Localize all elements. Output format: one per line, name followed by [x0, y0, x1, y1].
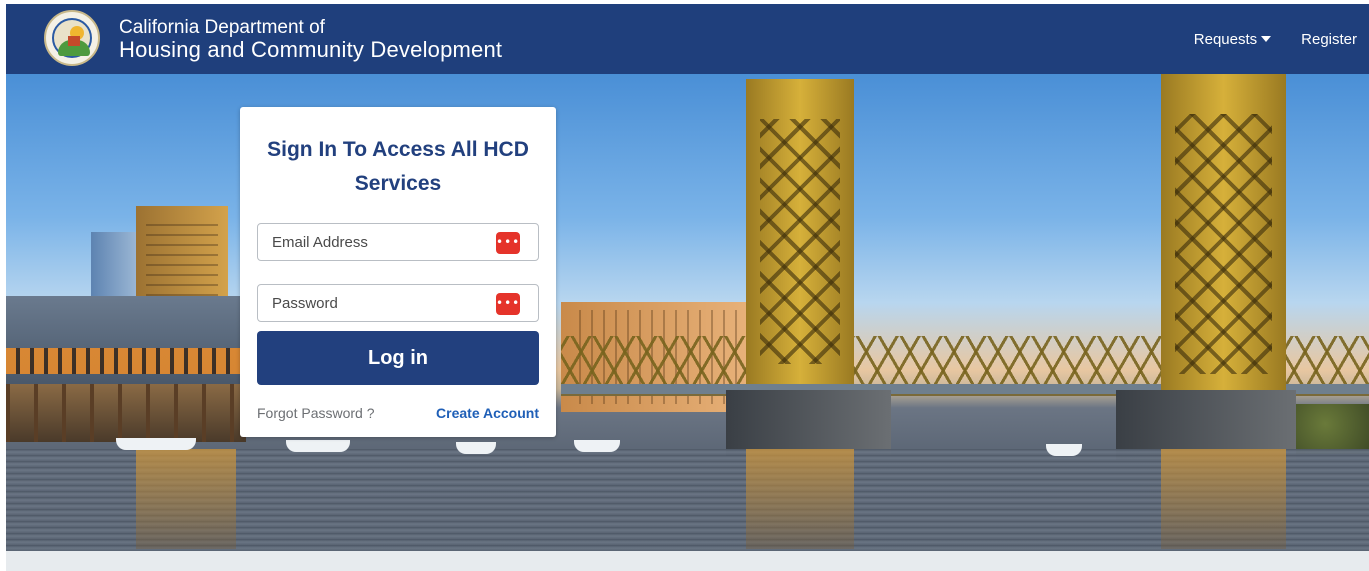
login-button[interactable]: Log in	[257, 331, 539, 385]
requests-menu-label: Requests	[1193, 30, 1258, 48]
bridge-tower-right	[1161, 74, 1286, 394]
boat	[116, 438, 196, 450]
bridge-tower-left	[746, 79, 854, 384]
password-field[interactable]: •••	[257, 284, 539, 322]
email-input[interactable]	[258, 225, 478, 259]
register-link-label: Register	[1301, 30, 1357, 48]
water-reflection	[746, 449, 854, 549]
water-reflection	[136, 449, 236, 549]
wooden-pier	[6, 384, 246, 442]
bottom-band	[6, 551, 1369, 571]
site-title[interactable]: California Department of Housing and Com…	[119, 17, 502, 61]
trees	[1296, 404, 1369, 454]
site-title-line1: California Department of	[119, 17, 325, 38]
password-input[interactable]	[258, 286, 478, 320]
page: California Department of Housing and Com…	[0, 0, 1369, 571]
logo-house	[68, 36, 80, 46]
boat	[574, 440, 620, 452]
create-account-link[interactable]: Create Account	[436, 405, 539, 421]
login-title: Sign In To Access All HCD Services	[267, 138, 529, 195]
site-header: California Department of Housing and Com…	[6, 4, 1369, 74]
boat	[286, 440, 350, 452]
register-link[interactable]: Register	[1301, 31, 1357, 48]
boat	[1046, 444, 1082, 456]
caret-down-icon	[1261, 36, 1272, 42]
password-manager-icon[interactable]: •••	[496, 232, 520, 254]
water-reflection	[1161, 449, 1286, 549]
password-manager-icon[interactable]: •••	[496, 293, 520, 315]
bridge-pillar-left	[726, 390, 891, 456]
email-field[interactable]: •••	[257, 223, 539, 261]
forgot-password-link[interactable]: Forgot Password ?	[257, 405, 375, 421]
site-title-line2: Housing and Community Development	[119, 37, 503, 62]
requests-menu[interactable]: Requests	[1193, 30, 1272, 48]
hero-background-image	[6, 74, 1369, 551]
login-card: Sign In To Access All HCD Services ••• •…	[240, 107, 556, 437]
hcd-seal-logo-icon[interactable]	[44, 10, 100, 66]
boat	[456, 442, 496, 454]
header-nav: Requests Register	[1194, 4, 1357, 74]
